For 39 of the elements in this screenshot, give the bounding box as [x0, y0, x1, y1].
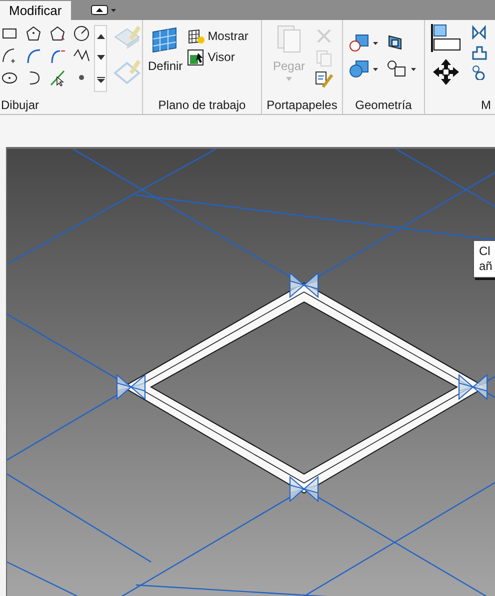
move-arrows-icon[interactable]	[431, 58, 461, 86]
caret-icon[interactable]	[410, 68, 416, 70]
offset-icon[interactable]	[471, 45, 487, 60]
panel-label: Dibujar	[0, 97, 40, 114]
arc-icon[interactable]	[1, 47, 18, 65]
align-icon[interactable]	[431, 24, 461, 52]
toggle-panel-icon[interactable]	[90, 5, 117, 15]
tooltip-text: añ	[479, 259, 492, 274]
paintbrush-icon[interactable]	[315, 71, 334, 89]
cut-profile-icon[interactable]	[386, 34, 402, 50]
tooltip-text: Cl	[479, 244, 490, 259]
viewer-button[interactable]: Visor	[186, 48, 248, 66]
reference-node-marker[interactable]	[290, 272, 318, 298]
panel-label: Plano de trabajo	[157, 97, 247, 114]
clipboard-icon	[276, 24, 302, 54]
caret-icon[interactable]	[373, 68, 378, 70]
polygon-icon[interactable]	[25, 25, 42, 43]
union-shape-icon[interactable]	[349, 60, 369, 78]
panel-label: Geometría	[354, 97, 413, 114]
panel-label: Portapapeles	[266, 97, 338, 114]
ribbon-tab[interactable]: Modificar	[0, 1, 71, 20]
scroll-bar[interactable]	[94, 25, 107, 92]
circle-icon[interactable]	[73, 25, 90, 43]
caret-icon	[286, 77, 292, 81]
reference-node-marker[interactable]	[116, 374, 146, 400]
define-button[interactable]: Definir	[148, 26, 183, 96]
reference-node-marker[interactable]	[458, 374, 488, 400]
reference-node-marker[interactable]	[290, 476, 318, 502]
split-shape-icon[interactable]	[386, 60, 406, 78]
show-button[interactable]: Mostrar	[186, 27, 248, 45]
grid-bulb-icon	[186, 28, 205, 44]
mirror-icon[interactable]	[471, 25, 487, 40]
panel-label: M	[480, 97, 492, 114]
rotate-icon[interactable]	[471, 65, 487, 80]
polygon-icon[interactable]	[49, 25, 66, 43]
caret-icon[interactable]	[373, 42, 378, 44]
viewer-icon	[186, 48, 205, 66]
join-geometry-icon[interactable]	[349, 34, 369, 52]
line-pick-icon[interactable]	[49, 69, 66, 87]
